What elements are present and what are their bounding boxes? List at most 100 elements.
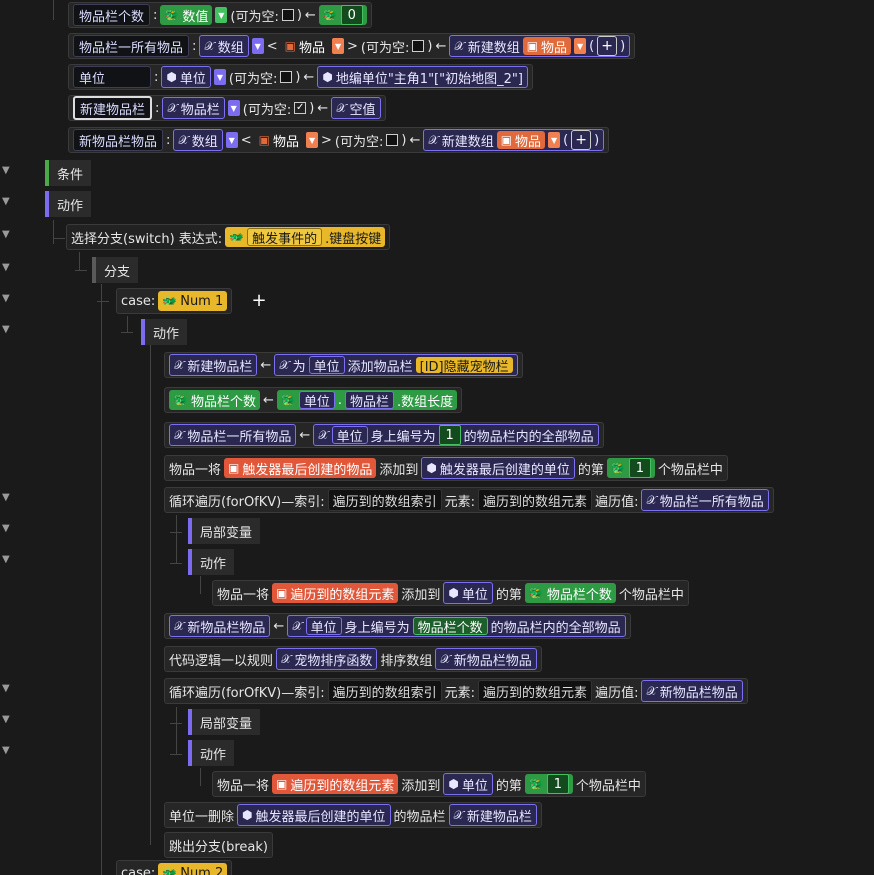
section-header[interactable]: 动作 — [141, 319, 188, 345]
collapse-arrow-icon[interactable]: ▼ — [2, 524, 12, 534]
var-name[interactable]: 新物品栏物品 — [73, 129, 164, 151]
section-header[interactable]: 动作 — [188, 740, 235, 766]
fn-call[interactable]: 𝒳 单位 身上编号为 物品栏个数 的物品栏内的全部物品 — [287, 615, 626, 637]
number-literal[interactable]: 1 — [546, 774, 569, 794]
target-var[interactable]: 🐲 物品栏个数 — [169, 390, 260, 410]
var-name[interactable]: 物品栏一所有物品 — [73, 35, 190, 57]
nullable-checkbox[interactable] — [412, 40, 425, 52]
add-icon[interactable]: + — [597, 36, 618, 56]
type-chip[interactable]: 𝒳 数组 — [199, 35, 249, 57]
collapse-arrow-icon[interactable]: ▼ — [2, 197, 12, 207]
fn-call[interactable]: 𝒳为 单位 添加物品栏 [ID]隐藏宠物栏 — [274, 354, 518, 376]
case-row[interactable]: case: 🐲 Num 2 — [0, 858, 874, 875]
action-section[interactable]: ▼ 动作 — [0, 189, 874, 220]
var-declaration[interactable]: 物品栏个数 : 🐲 数值 ▼ (可为空: ) ← 🐲 0 — [68, 2, 372, 28]
loop-action-section[interactable]: ▼ 动作 — [0, 738, 874, 769]
loop-row[interactable]: ▼ 循环遍历(forOfKV)—索引: 遍历到的数组索引 元素: 遍历到的数组元… — [0, 485, 874, 516]
break-action[interactable]: 跳出分支(break) — [164, 832, 273, 858]
chevron-down-icon[interactable]: ▼ — [332, 38, 345, 54]
number-literal[interactable]: 1 — [438, 425, 461, 445]
number-literal[interactable]: 1 — [628, 458, 651, 478]
collapse-arrow-icon[interactable]: ▼ — [2, 555, 12, 565]
loop-iterable[interactable]: 𝒳 新物品栏物品 — [641, 680, 743, 702]
add-item-action[interactable]: 物品一将 ▣ 遍历到的数组元素 添加到 ⬢ 单位 的第 🐲 物品栏个数 个物品栏中 — [212, 580, 689, 606]
init-value[interactable]: 𝒳 新建数组 ▣ 物品 ▼ ( + ) — [449, 35, 631, 57]
collapse-arrow-icon[interactable]: ▼ — [2, 294, 12, 304]
type-chip[interactable]: ⬢ 单位 — [161, 66, 211, 88]
switch-row[interactable]: ▼ 选择分支(switch) 表达式: 🐲 触发事件的 .键盘按键 — [0, 222, 874, 253]
action-row[interactable]: 🐲 物品栏个数 ← 🐲 单位 . 物品栏 .数组长度 — [0, 385, 874, 416]
collapse-arrow-icon[interactable]: ▼ — [2, 325, 12, 335]
chevron-down-icon[interactable]: ▼ — [306, 132, 319, 148]
for-of-kv-loop[interactable]: 循环遍历(forOfKV)—索引: 遍历到的数组索引 元素: 遍历到的数组元素 … — [164, 678, 748, 704]
collapse-arrow-icon[interactable]: ▼ — [2, 684, 12, 694]
id-param[interactable]: [ID]隐藏宠物栏 — [415, 357, 513, 375]
nullable-checkbox-checked[interactable]: ✓ — [294, 102, 307, 114]
loop-index-var[interactable]: 遍历到的数组索引 — [327, 680, 442, 702]
chevron-down-icon[interactable]: ▼ — [227, 100, 240, 116]
chevron-down-icon[interactable]: ▼ — [574, 38, 587, 54]
fn-param[interactable]: 𝒳 宠物排序函数 — [276, 648, 378, 670]
unit-param[interactable]: 单位 — [308, 356, 345, 375]
subtype-chip[interactable]: ▣ 物品 — [281, 36, 329, 56]
sort-action[interactable]: 代码逻辑一以规则 𝒳 宠物排序函数 排序数组 𝒳 新物品栏物品 — [164, 646, 542, 672]
switch-expression[interactable]: 🐲 触发事件的 .键盘按键 — [225, 227, 386, 247]
var-name[interactable]: 新建物品栏 — [73, 96, 153, 120]
condition-section[interactable]: ▼ 条件 — [0, 158, 874, 189]
init-value[interactable]: ⬢ 地编单位"主角1"["初始地图_2"] — [317, 66, 528, 88]
action-row[interactable]: 物品一将 ▣ 触发器最后创建的物品 添加到 ⬢ 触发器最后创建的单位 的第 🐲 1 个… — [0, 453, 874, 484]
action-row[interactable]: 𝒳 新建物品栏 ← 𝒳为 单位 添加物品栏 [ID]隐藏宠物栏 — [0, 350, 874, 381]
slot-param[interactable]: 🐲 1 — [524, 774, 573, 794]
loop-index-var[interactable]: 遍历到的数组索引 — [327, 489, 442, 511]
item-param[interactable]: ▣ 触发器最后创建的物品 — [224, 458, 377, 478]
add-item-action[interactable]: 物品一将 ▣ 遍历到的数组元素 添加到 ⬢ 单位 的第 🐲 1 个物品栏中 — [212, 771, 646, 797]
var-name[interactable]: 单位 — [73, 66, 151, 88]
target-var[interactable]: 𝒳 新建物品栏 — [169, 354, 258, 376]
action-row[interactable]: 跳出分支(break) — [0, 830, 874, 861]
nullable-checkbox[interactable] — [281, 9, 294, 21]
unit-param[interactable]: ⬢ 触发器最后创建的单位 — [421, 457, 575, 479]
action-row[interactable]: 代码逻辑一以规则 𝒳 宠物排序函数 排序数组 𝒳 新物品栏物品 — [0, 644, 874, 675]
collapse-arrow-icon[interactable]: ▼ — [2, 493, 12, 503]
bag-param[interactable]: 物品栏 — [344, 391, 394, 410]
local-var-row[interactable]: 单位 : ⬢ 单位 ▼ (可为空: ) ← ⬢ 地编单位"主角1"["初始地图_2"… — [0, 62, 874, 93]
var-declaration[interactable]: 单位 : ⬢ 单位 ▼ (可为空: ) ← ⬢ 地编单位"主角1"["初始地图_2"… — [68, 64, 533, 90]
unit-param[interactable]: ⬢ 触发器最后创建的单位 — [237, 804, 391, 826]
action-row[interactable]: 物品一将 ▣ 遍历到的数组元素 添加到 ⬢ 单位 的第 🐲 物品栏个数 个物品栏中 — [0, 578, 874, 609]
init-value[interactable]: 𝒳 空值 — [331, 97, 381, 119]
collapse-arrow-icon[interactable]: ▼ — [2, 746, 12, 756]
fn-call[interactable]: 𝒳 单位 身上编号为 1 的物品栏内的全部物品 — [313, 424, 599, 446]
type-chip[interactable]: 𝒳 物品栏 — [162, 97, 225, 119]
target-var[interactable]: 𝒳 物品栏一所有物品 — [169, 424, 297, 446]
slot-param[interactable]: 🐲 物品栏个数 — [524, 583, 616, 603]
var-declaration[interactable]: 新物品栏物品 : 𝒳 数组 ▼ < ▣ 物品 ▼ > (可为空: ) ← 𝒳 新建数… — [68, 127, 610, 153]
collapse-arrow-icon[interactable]: ▼ — [2, 166, 12, 176]
switch-block[interactable]: 选择分支(switch) 表达式: 🐲 触发事件的 .键盘按键 — [66, 224, 391, 250]
action-row[interactable]: 单位一删除 ⬢ 触发器最后创建的单位 的物品栏 𝒳 新建物品栏 — [0, 800, 874, 831]
local-var-row[interactable]: 物品栏一所有物品 : 𝒳 数组 ▼ < ▣ 物品 ▼ > (可为空: ) ← 𝒳 新… — [0, 31, 874, 62]
subtype-chip[interactable]: ▣ 物品 — [522, 37, 572, 56]
action-row[interactable]: 𝒳 物品栏一所有物品 ← 𝒳 单位 身上编号为 1 的物品栏内的全部物品 — [0, 420, 874, 451]
chevron-down-icon[interactable]: ▼ — [225, 132, 238, 148]
assign-action[interactable]: 𝒳 物品栏一所有物品 ← 𝒳 单位 身上编号为 1 的物品栏内的全部物品 — [164, 422, 604, 448]
slot-param[interactable]: 🐲 1 — [606, 458, 655, 478]
bag-param[interactable]: 𝒳 新建物品栏 — [448, 804, 537, 826]
bag-index-param[interactable]: 物品栏个数 — [412, 617, 488, 636]
case-block[interactable]: case: 🐲 Num 2 — [116, 860, 233, 875]
target-var[interactable]: 𝒳 新物品栏物品 — [169, 615, 271, 637]
var-name[interactable]: 物品栏个数 — [73, 4, 151, 26]
action-row[interactable]: 物品一将 ▣ 遍历到的数组元素 添加到 ⬢ 单位 的第 🐲 1 个物品栏中 — [0, 769, 874, 800]
chevron-down-icon[interactable]: ▼ — [251, 38, 264, 54]
collapse-arrow-icon[interactable]: ▼ — [2, 263, 12, 273]
local-var-section[interactable]: ▼ 局部变量 — [0, 516, 874, 547]
section-header[interactable]: 局部变量 — [188, 518, 261, 544]
chevron-down-icon[interactable]: ▼ — [548, 132, 561, 148]
local-var-row[interactable]: 物品栏个数 : 🐲 数值 ▼ (可为空: ) ← 🐲 0 — [0, 0, 874, 31]
loop-iterable[interactable]: 𝒳 物品栏一所有物品 — [641, 489, 769, 511]
section-header[interactable]: 动作 — [188, 549, 235, 575]
add-icon[interactable]: + — [571, 130, 592, 150]
type-chip[interactable]: 𝒳 数组 — [173, 129, 223, 151]
nullable-checkbox[interactable] — [386, 134, 399, 146]
loop-elem-var[interactable]: 遍历到的数组元素 — [478, 489, 593, 511]
add-item-action[interactable]: 物品一将 ▣ 触发器最后创建的物品 添加到 ⬢ 触发器最后创建的单位 的第 🐲 1 个… — [164, 455, 728, 481]
